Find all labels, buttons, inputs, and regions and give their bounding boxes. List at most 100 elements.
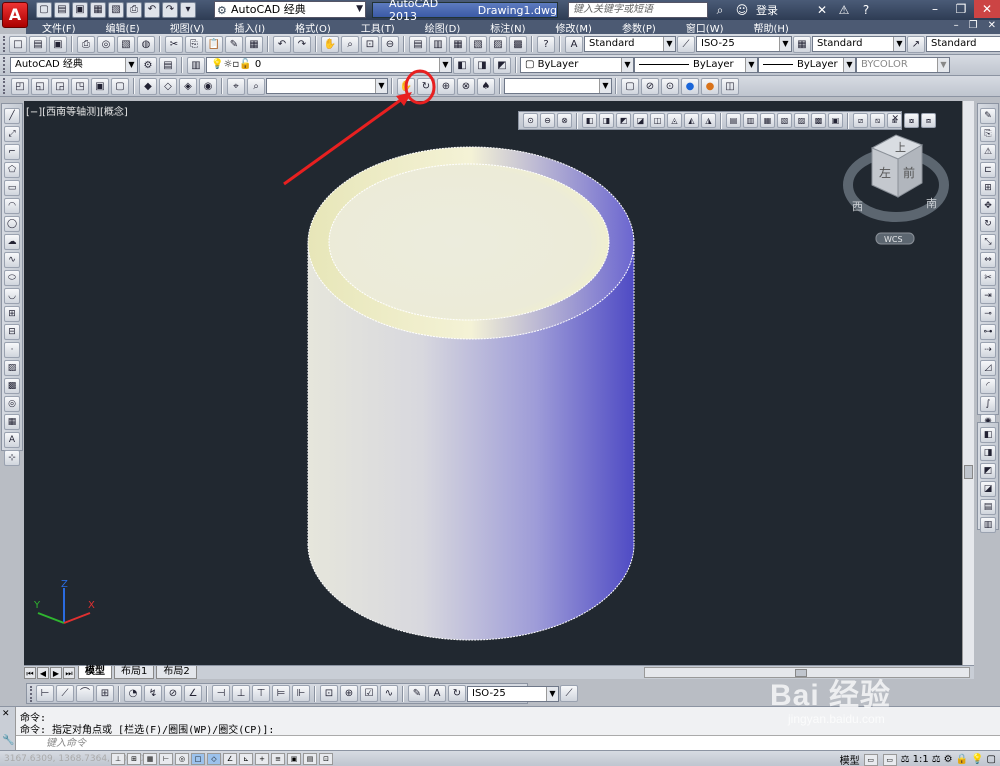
revision-cloud-icon[interactable]: ☁ [4,234,20,250]
tab-model[interactable]: 模型 [78,666,112,679]
front-view-icon[interactable]: ▣ [91,77,109,95]
doc-minimize-icon[interactable]: – [954,20,959,31]
new-icon[interactable]: □ [9,35,27,53]
aligned-dim-icon[interactable]: ⟋ [56,685,74,702]
login-link[interactable]: 登录 [756,2,778,18]
se-iso-icon[interactable]: ◇ [159,77,177,95]
baseline-icon[interactable]: ⊥ [232,685,250,702]
mirror-icon[interactable]: ⚠ [980,144,996,160]
tab-layout1[interactable]: 布局1 [114,666,155,679]
table-icon[interactable]: ▦ [4,414,20,430]
rotate-faces-icon[interactable]: ◫ [650,113,665,128]
extend-icon[interactable]: ⇥ [980,288,996,304]
blend-icon[interactable]: ∫ [980,396,996,412]
trim-icon[interactable]: ✂ [980,270,996,286]
multiline-text-icon[interactable]: A [4,432,20,448]
left-view-icon[interactable]: ◲ [51,77,69,95]
new-file-icon[interactable]: ▢ [36,2,52,18]
menu-draw[interactable]: 绘图(D) [409,20,475,35]
publish-icon[interactable]: ▧ [117,35,135,53]
hatch-icon[interactable]: ▨ [4,360,20,376]
bring-above-icon[interactable]: ◩ [980,463,996,479]
dims-front-icon[interactable]: ▥ [980,517,996,533]
model-space-button[interactable]: 模型 [840,752,860,766]
isolate-icon[interactable]: 💡 [971,754,983,765]
wireframe-icon[interactable]: ⊘ [641,77,659,95]
copy-edges-icon[interactable]: ▤ [726,113,741,128]
dim-style-select[interactable]: ISO-25 ▼ [696,36,792,52]
table-style-select[interactable]: Standard ▼ [812,36,906,52]
publish-icon[interactable]: ▧ [108,2,124,18]
toolbar-grip[interactable] [3,57,7,73]
menu-parametric[interactable]: 参数(P) [606,20,670,35]
open-icon[interactable]: ▤ [29,35,47,53]
scale-icon[interactable]: ⤡ [980,234,996,250]
offset-icon[interactable]: ⊏ [980,162,996,178]
separate-icon[interactable]: ▨ [794,113,809,128]
coordinates-display[interactable]: 3167.6309, 1368.7364, 0.0000 [0,754,144,764]
erase-icon[interactable]: ✎ [980,108,996,124]
user-icon[interactable]: ☺ [734,2,750,18]
search-input[interactable]: 键入关键字或短语 [568,2,708,18]
drawing-viewport[interactable]: [−][西南等轴测][概念] 上 左 前 西 南 WCS Z Y X ⊙ ⊖ ⊗… [24,101,974,665]
stay-connected-icon[interactable]: ⚠ [836,2,852,18]
next-tab-icon[interactable]: ▶ [50,666,62,679]
taper-faces-icon[interactable]: ◬ [667,113,682,128]
table-style-icon[interactable]: ▦ [793,35,811,53]
menu-window[interactable]: 窗口(W) [670,20,738,35]
menu-insert[interactable]: 插入(I) [218,20,279,35]
zoom-previous-icon[interactable]: ⊖ [381,35,399,53]
dim-space-icon[interactable]: ⊨ [272,685,290,702]
close-icon[interactable]: ✕ [2,709,10,719]
break-at-point-icon[interactable]: ⊸ [980,306,996,322]
dim-edit-icon[interactable]: ✎ [408,685,426,702]
insert-block-icon[interactable]: ⊞ [4,306,20,322]
point-icon[interactable]: · [4,342,20,358]
wrench-icon[interactable]: 🔧 [2,735,14,746]
camera-icon[interactable]: ⌖ [227,77,245,95]
center-mark-icon[interactable]: ⊕ [340,685,358,702]
close-icon[interactable]: ✕ [891,114,899,124]
2d-wireframe-icon[interactable]: ▢ [621,77,639,95]
join-icon[interactable]: ⇢ [980,342,996,358]
polar-icon[interactable]: ◎ [175,752,189,765]
realistic-icon[interactable]: ● [681,77,699,95]
pan-icon[interactable]: ✋ [321,35,339,53]
orbit-icon[interactable]: ↻ [417,77,435,95]
annotation-visibility-icon[interactable]: ⚖ [932,754,941,765]
layer-select[interactable]: 💡☼▫🔓 0 ▼ [206,57,452,73]
restore-icon[interactable]: ❐ [948,0,974,18]
dim-text-edit-icon[interactable]: A [428,685,446,702]
chamfer-icon[interactable]: ◿ [980,360,996,376]
union-icon[interactable]: ⊙ [523,113,538,128]
thicken-icon[interactable]: ⧇ [904,113,919,128]
arc-length-icon[interactable]: ⌒ [76,685,94,702]
spline-icon[interactable]: ∿ [4,252,20,268]
paste-icon[interactable]: 📋 [205,35,223,53]
conceptual-icon[interactable]: ● [701,77,719,95]
viewcube[interactable]: 上 左 前 西 南 WCS [843,134,949,245]
move-icon[interactable]: ✥ [980,198,996,214]
last-tab-icon[interactable]: ⏭ [63,666,75,679]
plotstyle-select[interactable]: BYCOLOR ▼ [856,57,950,73]
named-view-select[interactable]: ▼ [266,78,388,94]
calculator-icon[interactable]: ▩ [509,35,527,53]
color-faces-icon[interactable]: ◮ [701,113,716,128]
extrude-faces-icon[interactable]: ◧ [582,113,597,128]
workspace-settings-icon[interactable]: ⚙ [139,56,157,74]
back-view-icon[interactable]: ▢ [111,77,129,95]
visual-styles-manager-icon[interactable]: ◫ [721,77,739,95]
delete-faces-icon[interactable]: ◪ [633,113,648,128]
menu-help[interactable]: 帮助(H) [738,20,803,35]
stretch-icon[interactable]: ⇔ [980,252,996,268]
block-editor-icon[interactable]: ▦ [245,35,263,53]
undo-icon[interactable]: ↶ [144,2,160,18]
application-menu-button[interactable]: A [2,2,28,28]
jogged-icon[interactable]: ↯ [144,685,162,702]
ortho-icon[interactable]: ⊢ [159,752,173,765]
prev-tab-icon[interactable]: ◀ [37,666,49,679]
menu-file[interactable]: 文件(F) [26,20,90,35]
doc-close-icon[interactable]: ✕ [988,20,996,31]
ordinate-icon[interactable]: ⊞ [96,685,114,702]
rotate-icon[interactable]: ↻ [980,216,996,232]
